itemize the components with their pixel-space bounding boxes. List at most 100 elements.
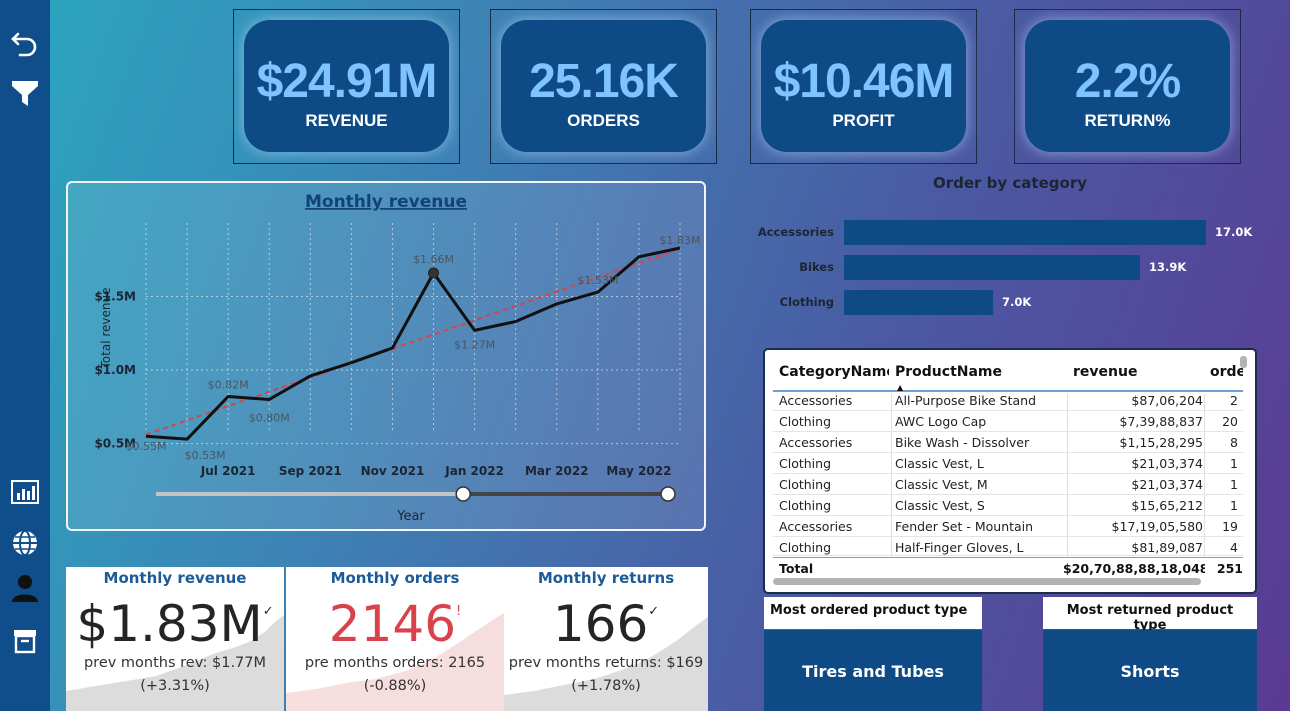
x-tick-label: Sep 2021 xyxy=(279,464,342,478)
data-label: $1.27M xyxy=(454,338,495,351)
table-row[interactable]: Accessories Bike Wash - Dissolver $1,15,… xyxy=(773,432,1243,453)
globe-icon[interactable] xyxy=(10,528,40,558)
card-title: Monthly orders xyxy=(330,569,460,587)
bar xyxy=(844,290,994,315)
user-icon[interactable] xyxy=(10,573,40,603)
archive-icon[interactable] xyxy=(10,626,40,656)
card-prev-value: prev months rev: $1.77M xyxy=(83,655,267,671)
most-returned-value: Shorts xyxy=(1043,630,1257,711)
table-cell: 8 xyxy=(1230,435,1238,450)
kpi-label: PROFIT xyxy=(832,111,895,130)
kpi-orders-frame: 25.16K ORDERS xyxy=(490,9,717,164)
kpi-label: ORDERS xyxy=(567,111,640,130)
table-cell: 1 xyxy=(1230,456,1238,471)
table-cell: $81,89,087 xyxy=(1131,540,1203,555)
card-value: 2146! xyxy=(286,595,504,653)
kpi-label: RETURN% xyxy=(1084,111,1171,130)
table-cell: Accessories xyxy=(779,435,853,450)
kpi-value: $24.91M xyxy=(256,55,438,108)
table-cell: Bike Wash - Dissolver xyxy=(895,435,1030,450)
kpi-orders-card: 25.16K ORDERS xyxy=(501,20,706,152)
table-cell: Half-Finger Gloves, L xyxy=(895,540,1024,555)
total-revenue: $20,70,88,88,18,048 xyxy=(1063,561,1205,576)
bar-category-label: Accessories xyxy=(758,225,834,239)
table-cell: All-Purpose Bike Stand xyxy=(895,393,1037,408)
slider-start-handle[interactable] xyxy=(455,486,471,502)
x-tick-label: Mar 2022 xyxy=(525,464,589,478)
kpi-profit-card: $10.46M PROFIT xyxy=(761,20,966,152)
table-row[interactable]: Clothing Half-Finger Gloves, L $81,89,08… xyxy=(773,537,1243,556)
table-row[interactable]: Accessories Fender Set - Mountain $17,19… xyxy=(773,516,1243,537)
kpi-return-frame: 2.2% RETURN% xyxy=(1014,9,1241,164)
data-label: $0.80M xyxy=(249,411,290,424)
most-ordered-title: Most ordered product type xyxy=(764,597,982,629)
horizontal-scrollbar[interactable] xyxy=(773,578,1201,585)
kpi-profit-frame: $10.46M PROFIT xyxy=(750,9,977,164)
table-cell: Clothing xyxy=(779,477,832,492)
kpi-return-card: 2.2% RETURN% xyxy=(1025,20,1230,152)
vertical-scrollbar[interactable] xyxy=(1240,356,1247,368)
back-arrow-icon[interactable] xyxy=(10,28,40,58)
column-header[interactable]: CategoryName xyxy=(779,364,889,380)
table-total-row: Total $20,70,88,88,18,048 251 xyxy=(773,557,1243,579)
left-nav-rail xyxy=(0,0,50,711)
most-ordered-value: Tires and Tubes xyxy=(764,630,982,711)
table-cell: $21,03,374 xyxy=(1131,477,1203,492)
table-cell: Fender Set - Mountain xyxy=(895,519,1034,534)
kpi-value: $10.46M xyxy=(773,55,955,108)
table-row[interactable]: Accessories All-Purpose Bike Stand $87,0… xyxy=(773,390,1243,411)
table-cell: 4 xyxy=(1230,540,1238,555)
bar xyxy=(844,255,1140,280)
warning-icon: ! xyxy=(456,604,462,619)
table-cell: Accessories xyxy=(779,393,853,408)
table-cell: 1 xyxy=(1230,498,1238,513)
table-cell: Classic Vest, M xyxy=(895,477,988,492)
kpi-revenue-frame: $24.91M REVENUE xyxy=(233,9,460,164)
monthly-returns-card: Monthly returns 166✓ prev months returns… xyxy=(504,567,708,711)
data-label: $0.55M xyxy=(126,440,167,453)
kpi-value: 25.16K xyxy=(529,55,679,108)
table-row[interactable]: Clothing Classic Vest, L $21,03,374 1 xyxy=(773,453,1243,474)
bar-data-label: 7.0K xyxy=(1002,295,1032,309)
data-label: $1.66M xyxy=(413,253,454,266)
table-row[interactable]: Clothing AWC Logo Cap $7,39,88,837 20 xyxy=(773,411,1243,432)
table-cell: 2 xyxy=(1230,393,1238,408)
table-cell: $15,65,212 xyxy=(1131,498,1203,513)
column-header[interactable]: orde xyxy=(1210,364,1243,380)
table-cell: AWC Logo Cap xyxy=(895,414,987,429)
kpi-value: 2.2% xyxy=(1074,55,1181,108)
column-header[interactable]: revenue xyxy=(1073,364,1203,380)
monthly-orders-card: Monthly orders 2146! pre months orders: … xyxy=(286,567,504,711)
column-header[interactable]: ProductName xyxy=(895,364,1065,380)
bar-category-label: Bikes xyxy=(799,260,834,274)
card-value-text: 2146 xyxy=(328,595,457,653)
table-cell: Classic Vest, S xyxy=(895,498,985,513)
data-label: $1.53M xyxy=(577,274,618,287)
order-by-category-chart[interactable]: Accessories 17.0K Bikes 13.9K Clothing 7.0K xyxy=(740,205,1260,325)
filter-icon[interactable] xyxy=(10,78,40,108)
product-table[interactable]: CategoryName ProductName ▲ revenue orde … xyxy=(763,348,1257,594)
table-row[interactable]: Clothing Classic Vest, M $21,03,374 1 xyxy=(773,474,1243,495)
slider-end-handle[interactable] xyxy=(660,486,676,502)
table-row[interactable]: Clothing Classic Vest, S $15,65,212 1 xyxy=(773,495,1243,516)
card-title: Monthly returns xyxy=(537,569,675,587)
data-label: $0.53M xyxy=(185,449,226,462)
table-cell: Clothing xyxy=(779,540,832,555)
card-value: $1.83M✓ xyxy=(66,595,284,653)
bar-chart-icon[interactable] xyxy=(10,478,40,508)
table-cell: Classic Vest, L xyxy=(895,456,984,471)
check-icon: ✓ xyxy=(648,604,660,619)
table-cell: 20 xyxy=(1222,414,1238,429)
card-change: (+1.78%) xyxy=(571,678,641,694)
card-prev-value: pre months orders: 2165 xyxy=(304,655,486,671)
table-header: CategoryName ProductName ▲ revenue orde xyxy=(773,356,1243,392)
chart-title: Monthly revenue xyxy=(305,192,467,212)
x-tick-label: Jul 2021 xyxy=(200,464,256,478)
total-label: Total xyxy=(779,561,814,576)
data-label: $1.83M xyxy=(660,234,701,247)
table-cell: Clothing xyxy=(779,456,832,471)
x-tick-label: Jan 2022 xyxy=(444,464,504,478)
monthly-revenue-chart[interactable]: Monthly revenue $0.5M $1.0M $1.5M Total reve… xyxy=(66,181,706,531)
line-chart-svg: Monthly revenue$0.5M$1.0M$1.5MTotal reve… xyxy=(94,192,701,524)
table-cell: $87,06,204 xyxy=(1131,393,1203,408)
